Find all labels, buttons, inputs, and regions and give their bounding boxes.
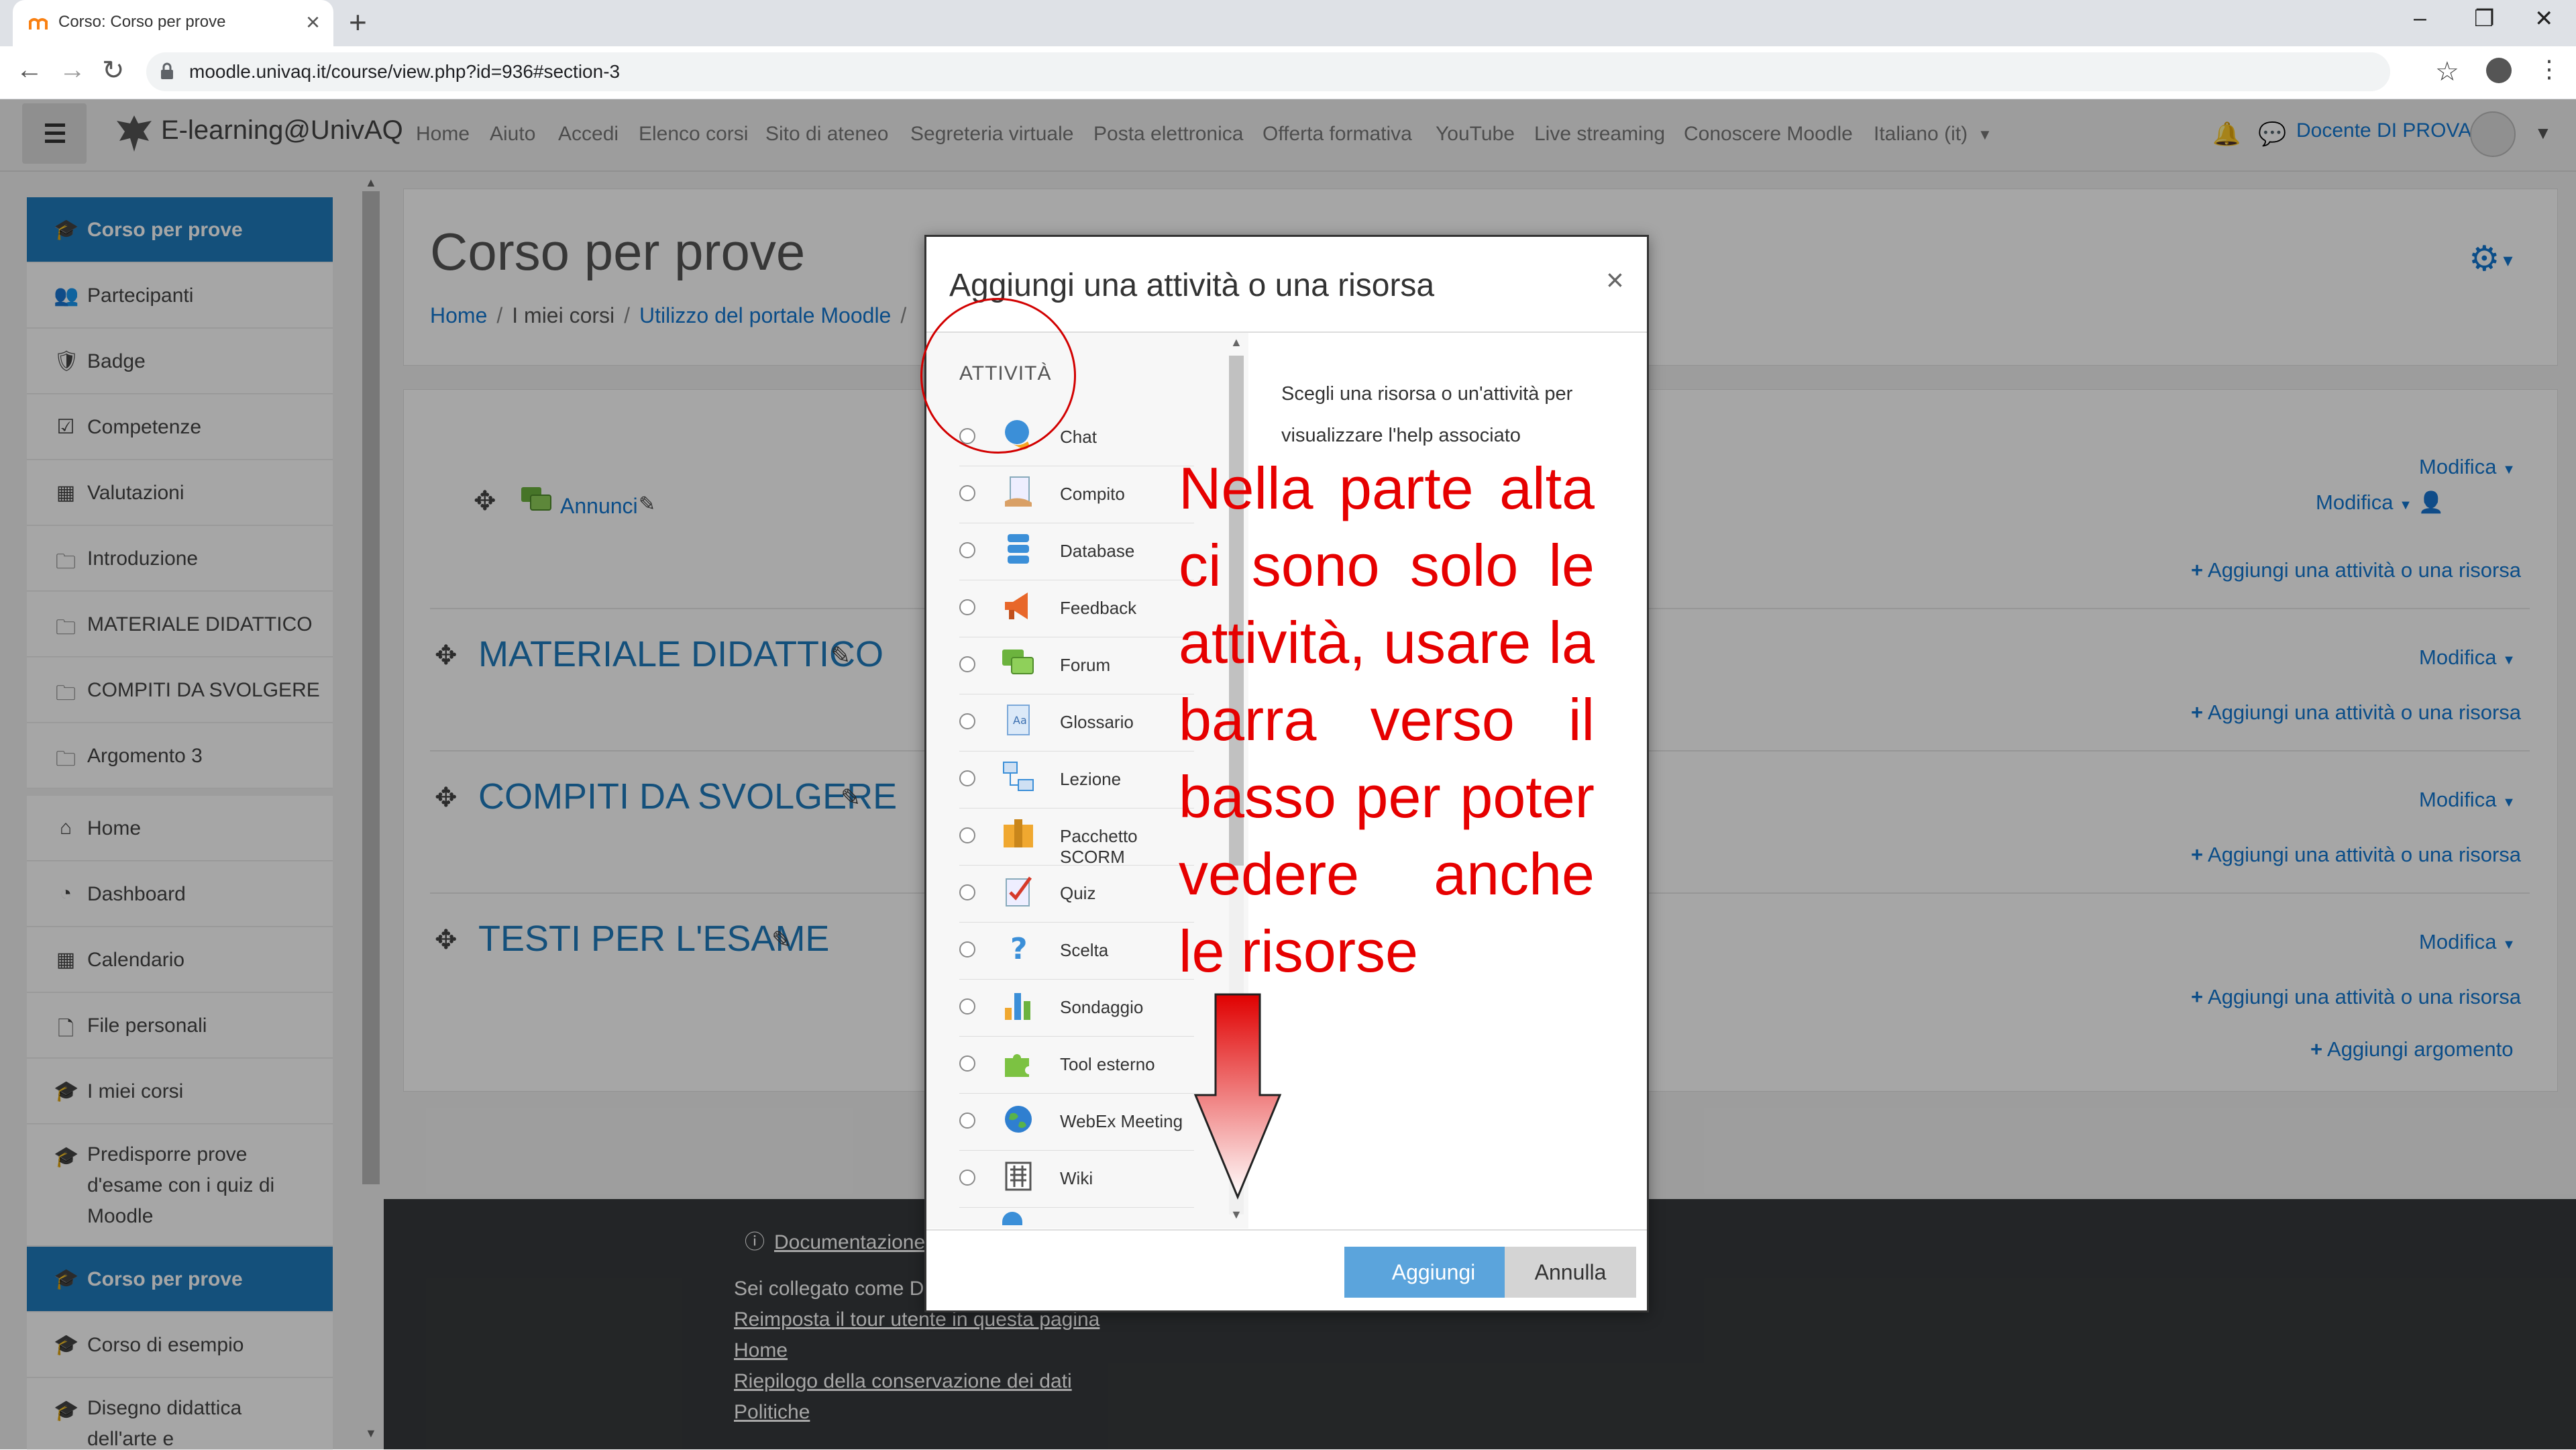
new-tab-button[interactable]: + xyxy=(349,4,367,40)
puzzle-icon xyxy=(1005,1054,1029,1077)
browser-menu-icon[interactable]: ⋮ xyxy=(2537,55,2561,83)
module-option-database[interactable]: Database xyxy=(959,523,1194,580)
address-bar[interactable]: moodle.univaq.it/course/view.php?id=936#… xyxy=(146,52,2390,91)
module-option-feedback[interactable]: Feedback xyxy=(959,580,1194,637)
list-scroll-up-icon[interactable]: ▲ xyxy=(1230,335,1242,350)
radio-button[interactable] xyxy=(959,884,975,900)
radio-button[interactable] xyxy=(959,1170,975,1186)
radio-button[interactable] xyxy=(959,656,975,672)
cancel-button[interactable]: Annulla xyxy=(1505,1247,1636,1298)
tab-title: Corso: Corso per prove xyxy=(58,13,226,31)
module-option-sondaggio[interactable]: Sondaggio xyxy=(959,980,1194,1037)
radio-button[interactable] xyxy=(959,770,975,786)
list-scroll-down-icon[interactable]: ▼ xyxy=(1230,1208,1242,1222)
browser-tab[interactable]: Corso: Corso per prove × xyxy=(13,0,333,46)
tab-close-icon[interactable]: × xyxy=(306,8,320,36)
module-option-forum[interactable]: Forum xyxy=(959,637,1194,694)
radio-button[interactable] xyxy=(959,1112,975,1129)
arrow-down-icon xyxy=(1193,993,1282,1200)
close-icon[interactable]: × xyxy=(1606,262,1624,298)
reload-button[interactable]: ↻ xyxy=(102,55,125,86)
module-option-scelta[interactable]: ? Scelta xyxy=(959,923,1194,980)
modal-footer-divider xyxy=(926,1229,1647,1231)
lock-icon xyxy=(161,62,173,79)
help-text: Scegli una risorsa o un'attività per vis… xyxy=(1281,383,1573,446)
radio-button[interactable] xyxy=(959,827,975,843)
module-option-scorm[interactable]: Pacchetto SCORM xyxy=(959,809,1194,867)
bar-chart-icon xyxy=(1005,993,1030,1020)
quiz-icon xyxy=(1006,876,1032,907)
forum-icon xyxy=(1002,650,1034,674)
radio-button[interactable] xyxy=(959,998,975,1015)
browser-tab-strip xyxy=(0,0,2576,46)
database-icon xyxy=(1008,534,1029,564)
radio-button[interactable] xyxy=(959,599,975,615)
module-option-tool-esterno[interactable]: Tool esterno xyxy=(959,1037,1194,1094)
modal-title: Aggiungi una attività o una risorsa xyxy=(949,268,1435,303)
module-option-quiz[interactable]: Quiz xyxy=(959,866,1194,923)
moodle-favicon-icon xyxy=(29,18,48,30)
module-option-glossario[interactable]: Aa Glossario xyxy=(959,694,1194,752)
package-icon xyxy=(1004,819,1033,847)
radio-button[interactable] xyxy=(959,941,975,957)
window-close-button[interactable]: ✕ xyxy=(2534,5,2554,32)
annotation-text: Nella parte alta ci sono solo le attivit… xyxy=(1179,455,1595,984)
svg-text:?: ? xyxy=(1010,932,1028,966)
restore-button[interactable]: ❐ xyxy=(2474,5,2494,32)
svg-text:Aa: Aa xyxy=(1013,714,1027,727)
radio-button[interactable] xyxy=(959,542,975,558)
question-icon: ? xyxy=(1010,932,1028,966)
profile-icon[interactable] xyxy=(2486,58,2512,83)
wiki-icon xyxy=(1005,1161,1032,1191)
annotation-circle xyxy=(920,298,1076,454)
back-button[interactable]: ← xyxy=(16,55,43,85)
megaphone-icon xyxy=(1005,592,1028,619)
globe-icon xyxy=(1005,1106,1032,1133)
radio-button[interactable] xyxy=(959,485,975,501)
assignment-icon xyxy=(1005,476,1032,507)
url-text: moodle.univaq.it/course/view.php?id=936#… xyxy=(189,61,621,82)
bookmark-star-icon[interactable]: ☆ xyxy=(2435,56,2459,87)
lesson-icon xyxy=(1003,762,1034,791)
forward-button[interactable]: → xyxy=(59,55,86,85)
radio-button[interactable] xyxy=(959,1055,975,1072)
module-option-lezione[interactable]: Lezione xyxy=(959,752,1194,809)
module-option-wiki[interactable]: Wiki xyxy=(959,1151,1194,1208)
module-option-compito[interactable]: Compito xyxy=(959,466,1194,523)
add-button[interactable]: Aggiungi xyxy=(1344,1247,1523,1298)
module-option-webex[interactable]: WebEx Meeting xyxy=(959,1094,1194,1151)
radio-button[interactable] xyxy=(959,713,975,729)
glossary-icon: Aa xyxy=(1007,705,1030,735)
minimize-button[interactable]: – xyxy=(2414,5,2426,32)
